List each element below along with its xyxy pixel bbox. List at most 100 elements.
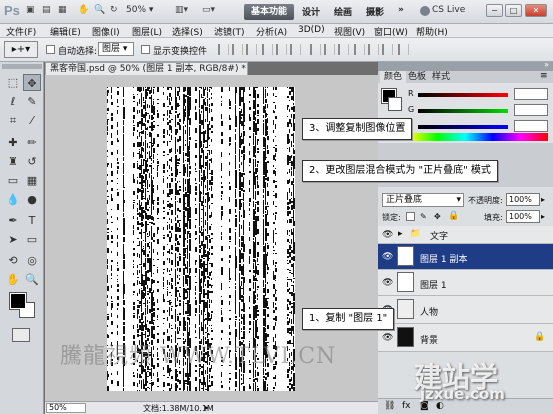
lock-all-icon[interactable]: 🔒 (448, 211, 459, 221)
collapse-panels-icon[interactable]: » (544, 60, 549, 69)
workspace-photography-button[interactable]: 摄影 (366, 5, 384, 18)
status-menu-arrow[interactable]: ▸ (205, 403, 209, 412)
workspace-painting-button[interactable]: 绘画 (334, 5, 352, 18)
distribute-hcenter-icon[interactable] (368, 44, 379, 55)
fill-field[interactable]: 100% (506, 210, 540, 223)
clone-stamp-tool-icon[interactable]: ♜ (4, 153, 22, 170)
color-panel-bg-swatch[interactable] (388, 97, 402, 111)
close-button[interactable]: ✕ (525, 4, 547, 17)
menu-image[interactable]: 图像(I) (92, 25, 120, 38)
lasso-tool-icon[interactable]: ℓ (4, 93, 22, 110)
distribute-left-icon[interactable] (354, 44, 365, 55)
gradient-tool-icon[interactable]: ▦ (23, 172, 41, 189)
auto-select-checkbox[interactable] (46, 45, 55, 54)
fill-arrow[interactable]: ▸ (541, 212, 545, 221)
align-vcenter-icon[interactable] (232, 44, 243, 55)
path-select-tool-icon[interactable]: ➤ (4, 231, 22, 248)
menu-layer[interactable]: 图层(L) (132, 25, 162, 38)
layer-row-selected[interactable]: 👁 图层 1 副本 (378, 244, 553, 270)
zoom-select[interactable]: 50% ▾ (126, 5, 168, 19)
auto-align-icon[interactable] (398, 44, 409, 55)
distribute-top-icon[interactable] (310, 44, 321, 55)
menu-file[interactable]: 文件(F) (6, 25, 36, 38)
arrange-documents-icon[interactable]: ▥▾ (175, 5, 188, 19)
cs-live-menu[interactable]: CS Live (432, 5, 465, 15)
pen-tool-icon[interactable]: ✒ (4, 212, 22, 229)
shape-tool-icon[interactable]: ▭ (23, 231, 41, 248)
menu-analysis[interactable]: 分析(A) (256, 25, 287, 38)
mini-bridge-icon[interactable]: ▤ (42, 5, 51, 19)
rotate-view-icon[interactable]: ↻ (110, 5, 118, 19)
crop-tool-icon[interactable]: ⌗ (4, 112, 22, 129)
lock-pixels-icon[interactable]: ✎ (420, 212, 427, 221)
tab-color[interactable]: 颜色 (380, 71, 407, 83)
3d-rotate-tool-icon[interactable]: ⟲ (4, 252, 22, 269)
menu-window[interactable]: 窗口(W) (374, 25, 408, 38)
screen-mode-icon[interactable]: ▭▾ (202, 5, 215, 19)
layer-row[interactable]: 👁 图层 1 (378, 270, 553, 296)
opacity-arrow[interactable]: ▸ (541, 195, 545, 204)
eraser-tool-icon[interactable]: ▭ (4, 172, 22, 189)
layer-row-background[interactable]: 👁 背景 🔒 (378, 324, 553, 352)
bridge-icon[interactable]: ▣ (26, 5, 35, 19)
status-zoom-field[interactable]: 50% (46, 403, 86, 413)
move-tool-icon[interactable]: ✥ (23, 74, 41, 91)
menu-select[interactable]: 选择(S) (172, 25, 203, 38)
spot-healing-tool-icon[interactable]: ✚ (4, 134, 22, 151)
history-brush-tool-icon[interactable]: ↺ (23, 153, 41, 170)
group-expand-icon[interactable]: ▸ (398, 229, 403, 239)
lock-transparency-icon[interactable] (406, 212, 415, 221)
layer-row-group[interactable]: 👁 ▸ 📁 文字 (378, 226, 553, 244)
quick-mask-icon[interactable] (12, 328, 30, 342)
channel-b-value[interactable] (514, 120, 548, 132)
link-layers-icon[interactable]: ⛓ (384, 401, 395, 411)
blend-mode-select[interactable]: 正片叠底 ▾ (382, 193, 464, 207)
distribute-bottom-icon[interactable] (338, 44, 349, 55)
dodge-tool-icon[interactable]: ● (23, 191, 41, 208)
channel-b-slider[interactable] (418, 125, 508, 129)
3d-orbit-tool-icon[interactable]: ◎ (23, 252, 41, 269)
tab-styles[interactable]: 样式 (428, 71, 454, 83)
tab-swatches[interactable]: 色板 (404, 71, 430, 83)
eyedropper-tool-icon[interactable]: ⁄ (23, 112, 41, 129)
minimize-button[interactable]: − (486, 4, 503, 17)
hand-tool-icon[interactable]: ✋ (4, 271, 22, 288)
color-panel-menu-icon[interactable]: ≡ (540, 71, 548, 81)
align-left-icon[interactable] (262, 44, 273, 55)
panel-dock-header[interactable]: » (378, 60, 553, 71)
menu-edit[interactable]: 编辑(E) (50, 25, 81, 38)
channel-r-slider[interactable] (418, 93, 508, 97)
layer-visibility-eye-icon[interactable]: 👁 (382, 230, 393, 240)
distribute-right-icon[interactable] (382, 44, 393, 55)
workspace-design-button[interactable]: 设计 (302, 5, 320, 18)
layer-visibility-eye-icon[interactable]: 👁 (382, 252, 393, 262)
lock-position-icon[interactable]: ✥ (434, 212, 441, 221)
layer-row[interactable]: 👁 人物 (378, 296, 553, 324)
channel-g-slider[interactable] (418, 109, 508, 113)
menu-3d[interactable]: 3D(D) (298, 25, 325, 35)
tool-preset-picker[interactable]: ▸+▾ (4, 41, 38, 58)
menu-filter[interactable]: 滤镜(T) (214, 25, 245, 38)
channel-r-value[interactable] (514, 88, 548, 100)
menu-help[interactable]: 帮助(H) (416, 25, 448, 38)
show-transform-checkbox[interactable] (141, 45, 150, 54)
workspace-essentials-button[interactable]: 基本功能 (244, 4, 294, 20)
blur-tool-icon[interactable]: 💧 (4, 191, 22, 208)
marquee-tool-icon[interactable]: ⬚ (4, 74, 22, 91)
toolbox-grip[interactable] (2, 64, 42, 69)
distribute-vcenter-icon[interactable] (324, 44, 335, 55)
extras-icon[interactable]: ▦ (58, 5, 67, 19)
layer-visibility-eye-icon[interactable]: 👁 (382, 278, 393, 288)
type-tool-icon[interactable]: T (23, 212, 41, 229)
align-top-icon[interactable] (218, 44, 229, 55)
hand-icon[interactable]: ✋ (78, 5, 89, 19)
align-right-icon[interactable] (290, 44, 301, 55)
quick-select-tool-icon[interactable]: ✎ (23, 93, 41, 110)
brush-tool-icon[interactable]: ✏ (23, 134, 41, 151)
layer-style-icon[interactable]: fx (402, 401, 411, 411)
opacity-field[interactable]: 100% (506, 193, 540, 206)
align-hcenter-icon[interactable] (276, 44, 287, 55)
align-bottom-icon[interactable] (246, 44, 257, 55)
auto-select-dropdown[interactable]: 图层 ▾ (98, 42, 134, 56)
zoom-icon[interactable]: 🔍 (94, 5, 105, 19)
